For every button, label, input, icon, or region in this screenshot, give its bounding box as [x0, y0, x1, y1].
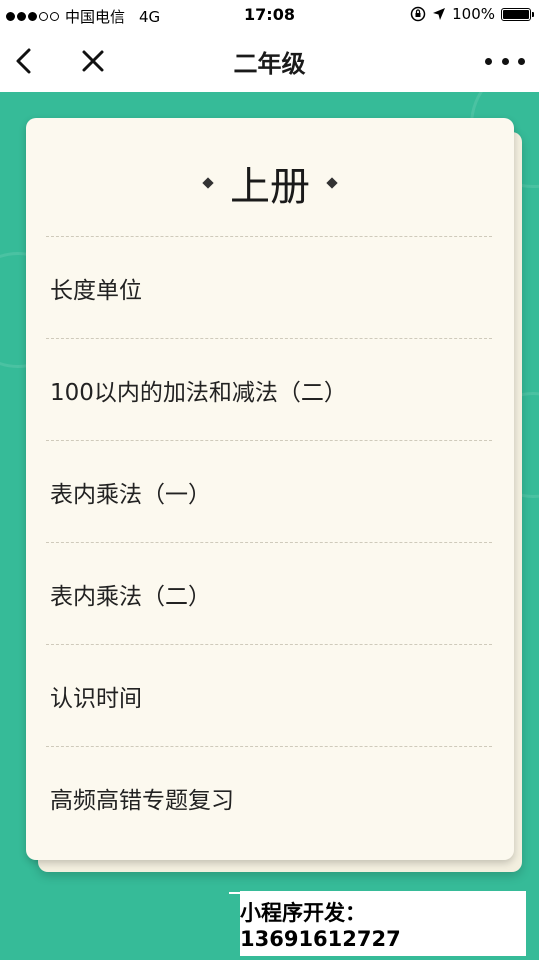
status-right: 100%	[410, 5, 534, 23]
lesson-list: 长度单位 100以内的加法和减法（二） 表内乘法（一） 表内乘法（二） 认识时间…	[46, 236, 492, 848]
volume-card: 上册 长度单位 100以内的加法和减法（二） 表内乘法（一） 表内乘法（二） 认…	[26, 118, 514, 860]
status-bar: 中国电信 4G 17:08 100%	[0, 0, 539, 30]
battery-icon	[501, 7, 534, 21]
diamond-icon	[326, 177, 338, 189]
lesson-item[interactable]: 表内乘法（一）	[46, 440, 492, 542]
lesson-item[interactable]: 100以内的加法和减法（二）	[46, 338, 492, 440]
lesson-item[interactable]: 表内乘法（二）	[46, 542, 492, 644]
more-button[interactable]	[485, 52, 525, 70]
card-title: 上册	[230, 164, 310, 210]
chevron-left-icon	[16, 48, 31, 74]
watermark-label: 小程序开发：13691612727	[240, 891, 526, 956]
nav-bar: 二年级	[0, 30, 539, 92]
close-button[interactable]	[78, 44, 108, 78]
back-button[interactable]	[10, 44, 40, 78]
lesson-item[interactable]: 认识时间	[46, 644, 492, 746]
more-dots-icon	[485, 57, 492, 65]
lesson-item[interactable]: 高频高错专题复习	[46, 746, 492, 848]
close-icon	[82, 50, 104, 72]
main-area: 上册 长度单位 100以内的加法和减法（二） 表内乘法（一） 表内乘法（二） 认…	[0, 92, 539, 960]
location-arrow-icon	[433, 8, 446, 20]
battery-percent: 100%	[452, 5, 495, 23]
card-header: 上册	[26, 154, 514, 212]
lesson-item[interactable]: 长度单位	[46, 236, 492, 338]
diamond-icon	[202, 177, 214, 189]
orientation-lock-icon	[410, 6, 426, 22]
